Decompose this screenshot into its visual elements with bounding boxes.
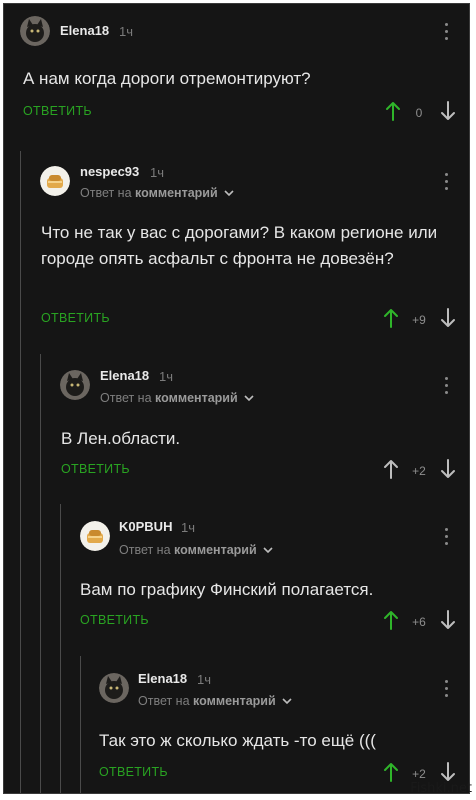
reply-to-prefix: Ответ на [80, 186, 132, 200]
comment-time: 1ч [150, 165, 165, 180]
more-options-icon[interactable] [440, 376, 452, 396]
downvote-arrow-icon[interactable] [440, 762, 456, 782]
comment-3: Elena18 1ч Ответ на комментарий В Лен.об… [4, 356, 469, 496]
watermark: Fishki.net [410, 781, 472, 796]
chevron-down-icon [224, 190, 234, 197]
comment-time: 1ч [181, 520, 196, 535]
reply-to-target: комментарий [155, 391, 238, 405]
reply-to-target: комментарий [135, 186, 218, 200]
chevron-down-icon [244, 395, 254, 402]
dark-cat-avatar-icon [60, 370, 90, 400]
comment-2: nespec93 1ч Ответ на комментарий Что не … [4, 154, 469, 344]
downvote-arrow-icon[interactable] [440, 308, 456, 328]
more-options-icon[interactable] [440, 172, 452, 192]
reply-button[interactable]: ОТВЕТИТЬ [41, 311, 110, 325]
author-name[interactable]: nespec93 [80, 164, 139, 179]
avatar[interactable] [60, 370, 90, 400]
downvote-arrow-icon[interactable] [440, 610, 456, 630]
reply-to-link[interactable]: Ответ на комментарий [138, 694, 292, 708]
comment-time: 1ч [119, 24, 134, 39]
comment-text: Что не так у вас с дорогами? В каком рег… [41, 223, 438, 268]
dark-cat-avatar-icon [99, 673, 129, 703]
vote-score: +2 [412, 767, 426, 781]
upvote-arrow-icon[interactable] [383, 762, 399, 782]
bread-avatar-icon [40, 166, 70, 196]
comment-time: 1ч [159, 369, 174, 384]
comment-5: Elena18 1ч Ответ на комментарий Так это … [4, 659, 469, 793]
chevron-down-icon [282, 698, 292, 705]
vote-score: +2 [412, 464, 426, 478]
reply-to-prefix: Ответ на [138, 694, 190, 708]
avatar[interactable] [20, 16, 50, 46]
reply-to-target: комментарий [174, 543, 257, 557]
reply-button[interactable]: ОТВЕТИТЬ [99, 765, 168, 779]
reply-button[interactable]: ОТВЕТИТЬ [61, 462, 130, 476]
reply-to-link[interactable]: Ответ на комментарий [119, 543, 273, 557]
comment-thread-screen: Elena18 1ч А нам когда дороги отремонтир… [3, 3, 470, 794]
more-options-icon[interactable] [440, 527, 452, 547]
downvote-arrow-icon[interactable] [440, 459, 456, 479]
bread-avatar-icon [80, 521, 110, 551]
upvote-arrow-icon[interactable] [383, 610, 399, 630]
avatar[interactable] [40, 166, 70, 196]
downvote-arrow-icon[interactable] [440, 101, 456, 121]
author-name[interactable]: Elena18 [60, 23, 109, 38]
reply-to-prefix: Ответ на [100, 391, 152, 405]
dark-cat-avatar-icon [20, 16, 50, 46]
more-options-icon[interactable] [440, 22, 452, 42]
reply-to-prefix: Ответ на [119, 543, 171, 557]
vote-score: +6 [412, 615, 426, 629]
author-name[interactable]: Elena18 [100, 368, 149, 383]
author-name[interactable]: K0PBUH [119, 519, 172, 534]
comment-4: K0PBUH 1ч Ответ на комментарий Вам по гр… [4, 507, 469, 647]
author-name[interactable]: Elena18 [138, 671, 187, 686]
comment-time: 1ч [197, 672, 212, 687]
reply-to-link[interactable]: Ответ на комментарий [80, 186, 234, 200]
comment-text: А нам когда дороги отремонтируют? [23, 69, 311, 88]
reply-button[interactable]: ОТВЕТИТЬ [23, 104, 92, 118]
reply-to-target: комментарий [193, 694, 276, 708]
reply-to-link[interactable]: Ответ на комментарий [100, 391, 254, 405]
upvote-arrow-icon[interactable] [385, 101, 401, 121]
comment-text: В Лен.области. [61, 429, 181, 448]
more-options-icon[interactable] [440, 679, 452, 699]
reply-button[interactable]: ОТВЕТИТЬ [80, 613, 149, 627]
avatar[interactable] [80, 521, 110, 551]
chevron-down-icon [263, 547, 273, 554]
comment-1: Elena18 1ч А нам когда дороги отремонтир… [4, 4, 469, 144]
vote-score: +9 [412, 313, 426, 327]
upvote-arrow-icon[interactable] [383, 308, 399, 328]
comment-text: Так это ж сколько ждать -то ещё ((( [99, 731, 376, 750]
comment-text: Вам по графику Финский полагается. [80, 580, 374, 599]
avatar[interactable] [99, 673, 129, 703]
vote-score: 0 [415, 106, 423, 120]
upvote-arrow-icon[interactable] [383, 459, 399, 479]
